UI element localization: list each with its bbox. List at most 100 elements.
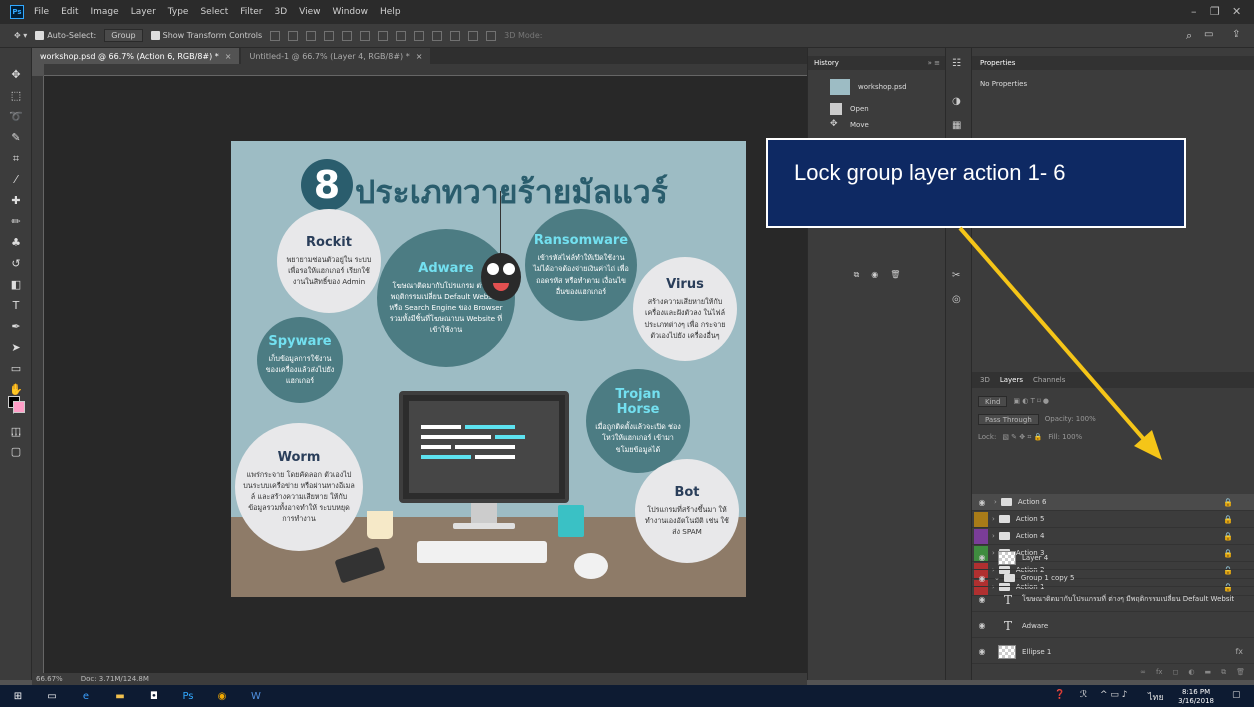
layer-group-action[interactable]: › Action 5 🔒 [972,511,1254,528]
visibility-eye-icon[interactable]: ◉ [974,591,990,608]
distribute-top-icon[interactable] [378,30,389,41]
menu-edit[interactable]: Edit [61,7,78,17]
align-right-icon[interactable] [360,30,371,41]
tab-3d[interactable]: 3D [980,376,990,384]
chevron-right-icon[interactable]: › [994,498,997,506]
close-icon[interactable]: ✕ [1232,5,1241,18]
trash-icon[interactable]: 🗑 [1236,668,1245,680]
file-explorer-icon[interactable]: ▬ [110,689,130,703]
link-icon[interactable]: ∞ [1140,668,1146,680]
layer-group-action[interactable]: › Action 4 🔒 [972,528,1254,545]
visibility-eye-icon[interactable]: ◉ [974,549,990,566]
visibility-eye-icon[interactable]: ◉ [974,617,990,634]
blend-mode-select[interactable]: Pass Through [978,413,1039,425]
visibility-eye-icon[interactable]: ◉ [974,643,990,660]
layer-text-1[interactable]: ◉ T โฆษณาติดมากับโปรแกรมที่ ต่างๆ มีพฤติ… [972,588,1254,612]
group-select[interactable]: Group [104,29,143,42]
distribute-center-icon[interactable] [450,30,461,41]
menu-filter[interactable]: Filter [240,7,262,17]
marquee-tool-icon[interactable]: ⬚ [7,87,25,105]
menu-select[interactable]: Select [200,7,228,17]
mask-icon[interactable]: ◻ [1173,668,1179,680]
align-bottom-icon[interactable] [306,30,317,41]
stamp-tool-icon[interactable]: ♣ [7,234,25,252]
distribute-left-icon[interactable] [432,30,443,41]
brush-settings-icon[interactable]: ✂ [952,270,966,284]
crop-tool-icon[interactable]: ⌗ [7,150,25,168]
tab-workshop[interactable]: workshop.psd @ 66.7% (Action 6, RGB/8#) … [32,48,240,64]
close-tab-icon[interactable]: × [225,52,232,61]
tab-untitled[interactable]: Untitled-1 @ 66.7% (Layer 4, RGB/8#) * × [241,48,431,64]
chevron-down-icon[interactable]: ⌄ [994,574,1000,582]
move-tool-icon[interactable]: ✥ ▾ [14,31,27,40]
kind-filter-select[interactable]: Kind [978,395,1008,407]
fill-field[interactable]: Fill: 100% [1048,433,1082,441]
menu-layer[interactable]: Layer [131,7,156,17]
visibility-eye-icon[interactable]: ◉ [974,570,990,587]
align-left-icon[interactable] [324,30,335,41]
lock-icons[interactable]: ▧ ✎ ✥ ⌗ 🔒 [1002,433,1042,442]
eraser-tool-icon[interactable]: ◧ [7,276,25,294]
people-icon[interactable]: ℛ [1080,690,1087,700]
history-item-move[interactable]: ✥ Move [808,116,946,134]
menu-image[interactable]: Image [91,7,119,17]
brush-tool-icon[interactable]: ✏ [7,213,25,231]
folder-icon[interactable]: ▬ [1204,668,1211,680]
layer-text-adware[interactable]: ◉ T Adware [972,614,1254,638]
search-icon[interactable]: ⌕ [1186,29,1192,43]
trash-icon[interactable]: 🗑 [890,270,900,284]
adjustments-icon[interactable]: ◑ [952,96,966,110]
adjustment-icon[interactable]: ◐ [1188,668,1194,680]
layer-group-action[interactable]: ◉ › Action 6 🔒 [972,494,1254,511]
properties-tab[interactable]: Properties [972,56,1254,70]
history-snapshot[interactable]: workshop.psd [808,78,946,96]
eyedropper-tool-icon[interactable]: ⁄ [7,171,25,189]
filter-icons[interactable]: ▣ ◐ T ⌑ ● [1013,397,1049,405]
menu-file[interactable]: File [34,7,49,17]
chrome-icon[interactable]: ◉ [212,689,232,703]
language-indicator[interactable]: ไทย [1148,690,1164,704]
help-icon[interactable]: ❓ [1054,690,1065,700]
opacity-field[interactable]: Opacity: 100% [1045,415,1096,423]
menu-type[interactable]: Type [168,7,189,17]
panel-menu-icon[interactable]: » ≡ [928,59,940,67]
notification-icon[interactable]: ▢ [1232,690,1241,700]
photoshop-taskbar-icon[interactable]: Ps [178,689,198,703]
zoom-level[interactable]: 66.67% [36,675,63,683]
transform-checkbox[interactable]: Show Transform Controls [150,31,262,40]
move-tool-icon[interactable]: ✥ [7,66,25,84]
history-brush-tool-icon[interactable]: ↺ [7,255,25,273]
lock-icon[interactable]: 🔒 [1223,515,1233,524]
chevron-right-icon[interactable]: › [992,515,995,523]
new-layer-icon[interactable]: ⧉ [1221,668,1226,680]
distribute-bottom-icon[interactable] [414,30,425,41]
align-center-icon[interactable] [342,30,353,41]
type-tool-icon[interactable]: T [7,297,25,315]
menu-help[interactable]: Help [380,7,401,17]
share-icon[interactable]: ⇪ [1232,29,1240,40]
auto-select-checkbox[interactable]: Auto-Select: [35,31,96,40]
healing-tool-icon[interactable]: ✚ [7,192,25,210]
workspace-icon[interactable]: ▭ [1204,29,1213,40]
align-top-icon[interactable] [270,30,281,41]
quick-select-tool-icon[interactable]: ✎ [7,129,25,147]
menu-3d[interactable]: 3D [275,7,288,17]
background-color-swatch[interactable] [13,401,25,413]
layer-group-copy5[interactable]: ◉ ⌄ Group 1 copy 5 [972,570,1254,587]
layer-layer4[interactable]: ◉ Layer 4 [972,546,1254,570]
store-icon[interactable]: ◘ [144,689,164,703]
visibility-eye-icon[interactable]: ◉ [974,494,990,511]
document-canvas[interactable]: 8 ประเภทวายร้ายมัลแวร์ Rockit พยายามซ่อน… [231,141,746,597]
quick-mask-icon[interactable]: ◫ [7,423,25,441]
camera-icon[interactable]: ◉ [871,270,878,284]
fx-icon[interactable]: fx [1235,647,1243,656]
libraries-icon[interactable]: ☷ [952,58,966,72]
close-tab-icon[interactable]: × [416,52,423,61]
horizontal-ruler[interactable] [44,64,807,76]
windows-start-icon[interactable]: ⊞ [8,689,28,703]
clock[interactable]: 8:16 PM 3/16/2018 [1178,688,1214,706]
distribute-right-icon[interactable] [468,30,479,41]
tab-layers[interactable]: Layers [1000,376,1023,384]
screen-mode-icon[interactable]: ▢ [7,443,25,461]
shape-tool-icon[interactable]: ▭ [7,360,25,378]
